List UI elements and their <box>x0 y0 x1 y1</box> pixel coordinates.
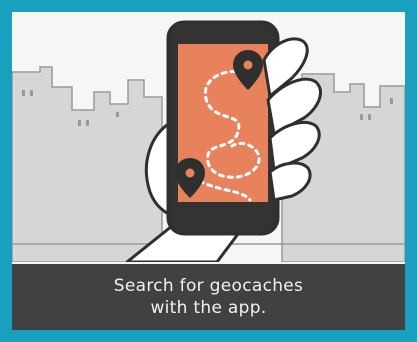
geocache-app-illustration <box>12 20 405 262</box>
caption-line-1: Search for geocaches <box>113 276 304 296</box>
caption-bar: Search for geocaches with the app. <box>12 264 405 330</box>
info-card: Search for geocaches with the app. <box>12 12 405 330</box>
phone-icon <box>166 20 280 236</box>
card-border: Search for geocaches with the app. <box>0 0 417 342</box>
caption-line-2: with the app. <box>150 298 267 318</box>
